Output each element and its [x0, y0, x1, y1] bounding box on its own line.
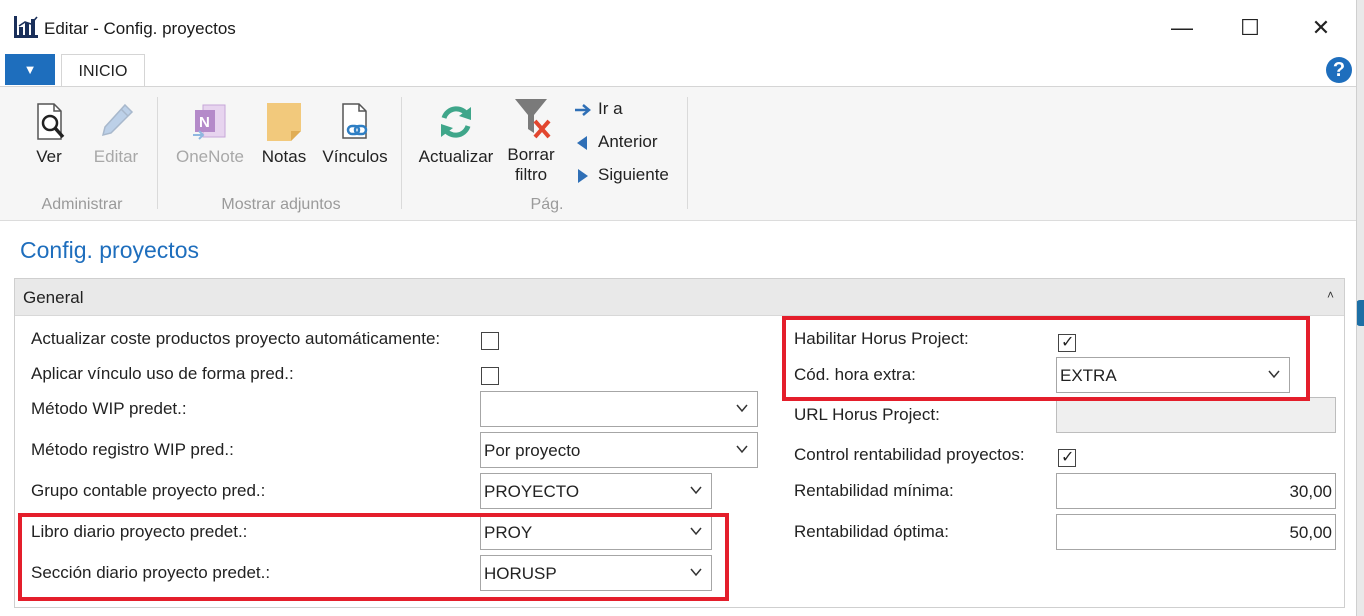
rentabilidad-minima-value: 30,00: [1289, 482, 1332, 501]
aplicar-vinculo-checkbox[interactable]: [481, 367, 499, 385]
actualizar-coste-label: Actualizar coste productos proyecto auto…: [31, 329, 441, 348]
chevron-down-icon: [690, 527, 702, 536]
actualizar-coste-checkbox[interactable]: [481, 332, 499, 350]
clear-filter-icon: [515, 99, 551, 139]
borrar-filtro-label-line2: filtro: [514, 165, 548, 184]
cod-hora-extra-label: Cód. hora extra:: [794, 365, 916, 384]
metodo-wip-select[interactable]: [480, 391, 758, 427]
arrow-right-icon: [575, 103, 591, 116]
anterior-label: Anterior: [598, 132, 658, 151]
actualizar-button[interactable]: Actualizar: [414, 101, 498, 167]
section-header-general[interactable]: General ˄: [15, 279, 1344, 316]
triangle-left-icon: [577, 135, 587, 150]
editar-label: Editar: [93, 147, 139, 166]
page-title: Config. proyectos: [20, 237, 199, 263]
rentabilidad-optima-value: 50,00: [1289, 523, 1332, 542]
rentabilidad-optima-input[interactable]: 50,00: [1056, 514, 1336, 550]
title-bar: Editar - Config. proyectos — ☐ ✕: [0, 0, 1356, 56]
tab-inicio[interactable]: INICIO: [61, 54, 145, 86]
cod-hora-extra-select[interactable]: EXTRA: [1056, 357, 1290, 393]
minimize-button[interactable]: —: [1164, 12, 1200, 44]
general-section: General ˄ Actualizar coste productos pro…: [14, 278, 1345, 608]
rentabilidad-minima-input[interactable]: 30,00: [1056, 473, 1336, 509]
chevron-down-icon: [736, 445, 748, 454]
editar-button[interactable]: Editar: [88, 101, 144, 167]
habilitar-horus-checkbox[interactable]: ✓: [1058, 334, 1076, 352]
seccion-diario-value: HORUSP: [484, 564, 557, 583]
maximize-button[interactable]: ☐: [1232, 12, 1268, 44]
chevron-down-icon: [690, 486, 702, 495]
triangle-right-icon: [578, 168, 588, 183]
cod-hora-extra-value: EXTRA: [1060, 366, 1117, 385]
onenote-button[interactable]: N OneNote: [170, 101, 250, 167]
section-title: General: [23, 288, 84, 307]
url-horus-input: [1056, 397, 1336, 433]
habilitar-horus-label: Habilitar Horus Project:: [794, 329, 969, 348]
app-logo-icon: [14, 16, 38, 38]
metodo-registro-wip-label: Método registro WIP pred.:: [31, 440, 234, 459]
ir-a-label: Ir a: [598, 99, 623, 118]
group-label-pag: Pág.: [530, 196, 564, 213]
actualizar-label: Actualizar: [418, 147, 494, 166]
ir-a-button[interactable]: Ir a: [574, 99, 623, 119]
control-rentabilidad-label: Control rentabilidad proyectos:: [794, 445, 1025, 464]
ver-label: Ver: [36, 147, 62, 166]
chevron-down-icon: [1268, 370, 1280, 379]
borrar-filtro-label-line1: Borrar: [507, 145, 555, 164]
metodo-registro-wip-value: Por proyecto: [484, 441, 581, 460]
grupo-contable-value: PROYECTO: [484, 482, 580, 501]
vinculos-button[interactable]: Vínculos: [320, 101, 390, 167]
ver-button[interactable]: Ver: [24, 101, 74, 167]
grupo-contable-select[interactable]: PROYECTO: [480, 473, 712, 509]
refresh-icon: [441, 106, 471, 138]
rentabilidad-optima-label: Rentabilidad óptima:: [794, 522, 949, 541]
group-label-administrar: Administrar: [41, 196, 123, 213]
chevron-down-icon: [736, 404, 748, 413]
url-horus-label: URL Horus Project:: [794, 405, 940, 424]
background-mark: [1356, 300, 1364, 326]
pencil-icon: [101, 103, 134, 137]
chevron-up-icon[interactable]: ˄: [1327, 288, 1334, 302]
app-window: Editar - Config. proyectos — ☐ ✕ ▼ INICI…: [0, 0, 1357, 616]
sticky-note-icon: [267, 103, 301, 141]
group-label-mostrar-adjuntos: Mostrar adjuntos: [221, 196, 341, 213]
onenote-label: OneNote: [175, 147, 245, 166]
rentabilidad-minima-label: Rentabilidad mínima:: [794, 481, 954, 500]
libro-diario-label: Libro diario proyecto predet.:: [31, 522, 248, 541]
help-icon[interactable]: ?: [1326, 57, 1352, 83]
background-strip: [1356, 0, 1364, 616]
svg-text:N: N: [199, 114, 210, 131]
close-button[interactable]: ✕: [1303, 12, 1339, 44]
view-icon: [37, 103, 65, 140]
link-document-icon: [342, 103, 368, 139]
aplicar-vinculo-label: Aplicar vínculo uso de forma pred.:: [31, 364, 294, 383]
seccion-diario-label: Sección diario proyecto predet.:: [31, 563, 271, 582]
grupo-contable-label: Grupo contable proyecto pred.:: [31, 481, 266, 500]
anterior-button[interactable]: Anterior: [574, 132, 658, 152]
metodo-registro-wip-select[interactable]: Por proyecto: [480, 432, 758, 468]
seccion-diario-select[interactable]: HORUSP: [480, 555, 712, 591]
window-title: Editar - Config. proyectos: [44, 19, 236, 38]
siguiente-label: Siguiente: [598, 165, 669, 184]
libro-diario-select[interactable]: PROY: [480, 514, 712, 550]
chevron-down-icon: [690, 568, 702, 577]
notas-button[interactable]: Notas: [256, 101, 312, 167]
ribbon-separator: [687, 97, 688, 209]
ribbon-separator: [157, 97, 158, 209]
control-rentabilidad-checkbox[interactable]: ✓: [1058, 449, 1076, 467]
siguiente-button[interactable]: Siguiente: [574, 165, 669, 185]
metodo-wip-label: Método WIP predet.:: [31, 399, 187, 418]
check-icon: ✓: [1061, 449, 1075, 466]
check-icon: ✓: [1061, 334, 1075, 351]
onenote-icon: N: [193, 104, 226, 140]
borrar-filtro-button[interactable]: Borrar filtro: [502, 97, 560, 185]
vinculos-label: Vínculos: [322, 147, 388, 166]
file-menu-button[interactable]: ▼: [5, 54, 55, 85]
ribbon: Ver Editar Administrar N OneNote Notas V…: [0, 87, 1356, 221]
libro-diario-value: PROY: [484, 523, 533, 542]
notas-label: Notas: [261, 147, 307, 166]
ribbon-separator: [401, 97, 402, 209]
